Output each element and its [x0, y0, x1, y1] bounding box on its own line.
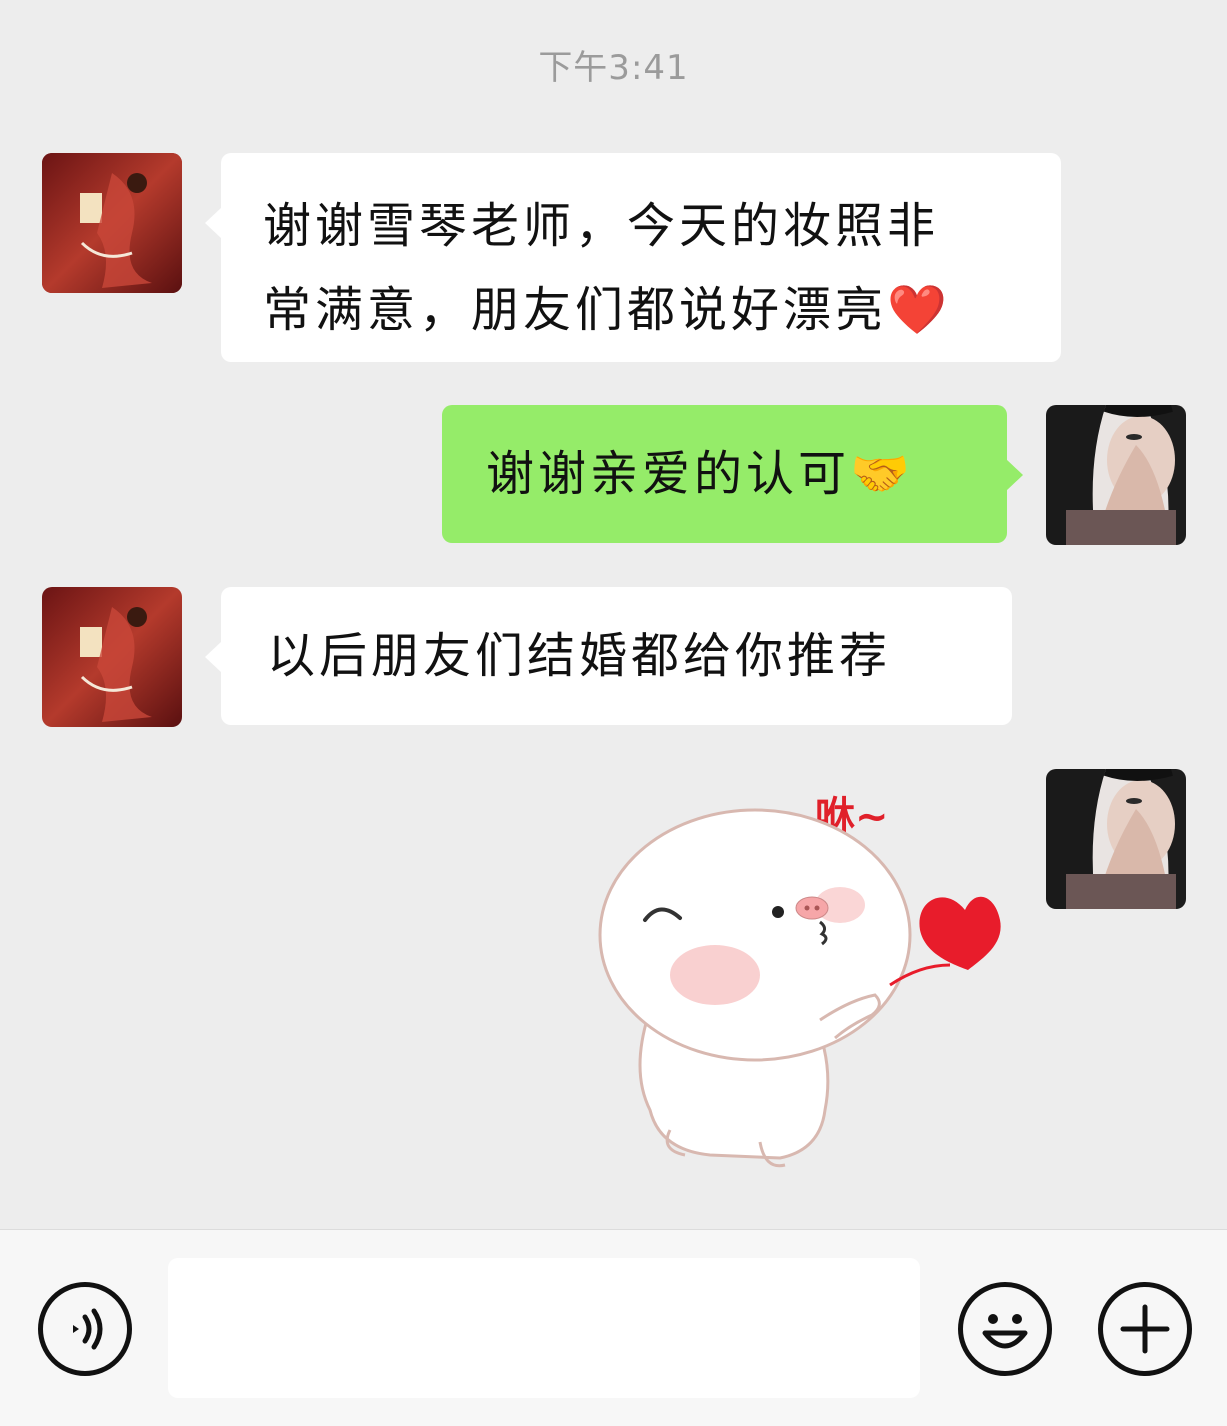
contact-avatar-image	[42, 153, 182, 293]
contact-avatar[interactable]	[42, 587, 182, 727]
contact-avatar-image	[42, 587, 182, 727]
message-bubble-incoming[interactable]: 以后朋友们结婚都给你推荐	[205, 587, 1012, 725]
pig-kiss-sticker-image: 咻~	[598, 794, 1001, 1168]
user-avatar-image	[1046, 405, 1186, 545]
message-bubble-outgoing[interactable]: 谢谢亲爱的认可🤝	[442, 405, 1023, 543]
emoji-icon	[982, 1314, 1028, 1349]
message-bubble-incoming[interactable]: 谢谢雪琴老师，今天的妆照非 常满意，朋友们都说好漂亮❤️	[205, 153, 1061, 362]
plus-icon	[1120, 1304, 1170, 1354]
voice-input-button[interactable]	[38, 1282, 132, 1376]
user-avatar-image	[1046, 769, 1186, 909]
message-text: 谢谢亲爱的认可🤝	[486, 446, 914, 502]
message-text-line: 常满意，朋友们都说好漂亮❤️	[263, 282, 951, 338]
message-text: 以后朋友们结婚都给你推荐	[267, 628, 892, 684]
chat-input-bar	[0, 1229, 1227, 1426]
user-avatar[interactable]	[1046, 405, 1186, 545]
user-avatar[interactable]	[1046, 769, 1186, 909]
contact-avatar[interactable]	[42, 153, 182, 293]
message-text-line: 谢谢雪琴老师，今天的妆照非	[263, 198, 940, 254]
emoji-button[interactable]	[958, 1282, 1052, 1376]
voice-input-icon	[73, 1308, 103, 1350]
more-options-button[interactable]	[1098, 1282, 1192, 1376]
message-input[interactable]	[168, 1258, 920, 1398]
sticker-message[interactable]: 咻~	[590, 770, 1020, 1190]
chat-timestamp: 下午3:41	[538, 48, 689, 88]
